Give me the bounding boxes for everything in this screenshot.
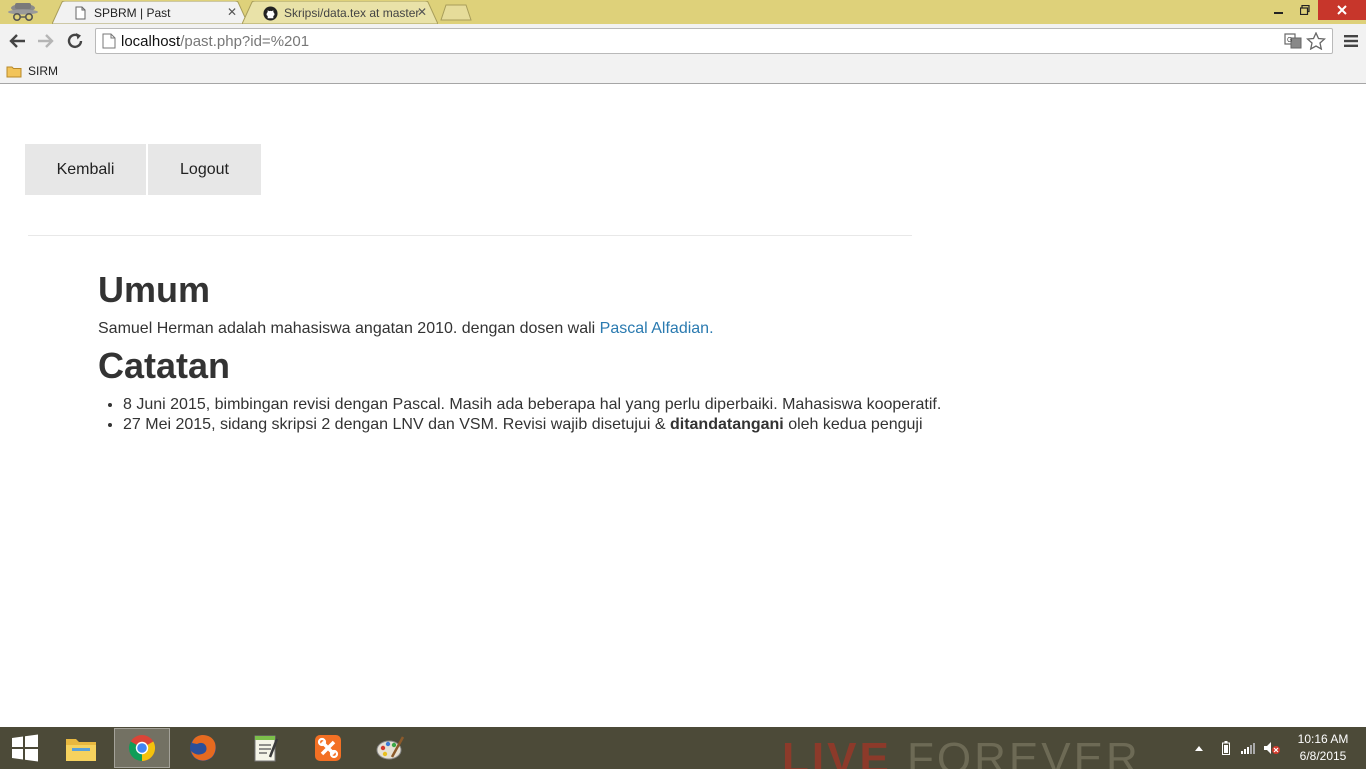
wallpaper-live: LIVE — [782, 734, 892, 769]
firefox-icon[interactable] — [175, 728, 231, 768]
tab-github-skripsi[interactable]: Skripsi/data.tex at master ✕ — [242, 1, 438, 24]
list-item: 8 Juni 2015, bimbingan revisi dengan Pas… — [123, 395, 1098, 415]
new-tab-button[interactable] — [440, 4, 472, 21]
browser-titlebar: SPBRM | Past ✕ Skripsi/data.tex at maste… — [0, 0, 1366, 24]
tab-label: SPBRM | Past — [94, 6, 171, 20]
close-icon[interactable]: ✕ — [416, 6, 428, 18]
reload-button[interactable] — [63, 29, 87, 53]
list-item: 27 Mei 2015, sidang skripsi 2 dengan LNV… — [123, 415, 1098, 435]
paint-icon[interactable] — [362, 728, 418, 768]
divider — [28, 235, 912, 236]
wallpaper-forever: FOREVER — [907, 734, 1141, 769]
folder-icon — [6, 66, 22, 77]
windows-start-icon[interactable] — [10, 733, 40, 763]
page-content: Kembali Logout Umum Samuel Herman adalah… — [0, 84, 1366, 727]
notes-list: 8 Juni 2015, bimbingan revisi dengan Pas… — [98, 395, 1098, 435]
minimize-button[interactable] — [1266, 0, 1292, 20]
restore-button[interactable] — [1292, 0, 1318, 20]
windows-taskbar: LIVE FOREVER 10:16 AM 6/8/2015 — [0, 727, 1366, 769]
chrome-icon[interactable] — [114, 728, 170, 768]
umum-paragraph: Samuel Herman adalah mahasiswa angatan 2… — [98, 318, 1098, 340]
logout-button[interactable]: Logout — [148, 144, 261, 195]
show-hidden-icons-button[interactable] — [1190, 727, 1208, 769]
chrome-menu-icon[interactable] — [1340, 29, 1362, 53]
page-icon — [72, 5, 88, 21]
back-button[interactable] — [5, 29, 29, 53]
github-icon — [262, 5, 278, 21]
bookmarks-bar: SIRM — [0, 58, 1366, 84]
dosen-wali-link[interactable]: Pascal Alfadian — [600, 320, 709, 337]
kembali-button[interactable]: Kembali — [25, 144, 146, 195]
file-explorer-icon[interactable] — [53, 728, 109, 768]
system-clock[interactable]: 10:16 AM 6/8/2015 — [1286, 731, 1360, 765]
catatan-heading: Catatan — [98, 345, 231, 386]
browser-toolbar: localhost/past.php?id=%201 G — [0, 24, 1366, 58]
wallpaper-text: LIVE FOREVER — [782, 737, 1141, 769]
umum-heading: Umum — [98, 269, 211, 310]
network-signal-icon[interactable] — [1238, 727, 1258, 769]
umum-text: Samuel Herman adalah mahasiswa angatan 2… — [98, 320, 596, 337]
svg-text:G: G — [1287, 37, 1292, 44]
clock-time: 10:16 AM — [1297, 732, 1349, 746]
tab-spbrm-past[interactable]: SPBRM | Past ✕ — [52, 1, 248, 24]
incognito-icon — [8, 3, 38, 22]
note-text: 27 Mei 2015, sidang skripsi 2 dengan LNV… — [123, 416, 670, 433]
notepad-icon[interactable] — [237, 728, 293, 768]
close-icon[interactable]: ✕ — [226, 6, 238, 18]
bookmark-sirm[interactable]: SIRM — [6, 61, 58, 81]
tab-label: Skripsi/data.tex at master — [284, 6, 420, 20]
window-close-button[interactable] — [1318, 0, 1366, 20]
bookmark-star-icon[interactable] — [1306, 32, 1326, 50]
volume-muted-icon[interactable] — [1261, 727, 1283, 769]
student-detail: Umum Samuel Herman adalah mahasiswa anga… — [98, 270, 1098, 435]
umum-period: . — [709, 320, 714, 337]
note-bold: ditandatangani — [669, 416, 784, 433]
xampp-icon[interactable] — [300, 728, 356, 768]
address-bar[interactable]: localhost/past.php?id=%201 G — [95, 28, 1333, 54]
note-text: oleh kedua penguji — [783, 416, 923, 433]
clock-date: 6/8/2015 — [1299, 749, 1347, 763]
battery-icon[interactable] — [1217, 727, 1235, 769]
url-host: localhost — [121, 33, 181, 50]
url-path: /past.php?id=%201 — [180, 33, 310, 50]
translate-icon[interactable]: G — [1284, 33, 1302, 49]
url-text[interactable]: localhost/past.php?id=%201 — [121, 33, 309, 50]
page-nav-menu: Kembali Logout — [25, 144, 263, 195]
page-icon — [102, 33, 116, 49]
bookmark-label: SIRM — [28, 64, 58, 78]
forward-button[interactable] — [34, 29, 58, 53]
